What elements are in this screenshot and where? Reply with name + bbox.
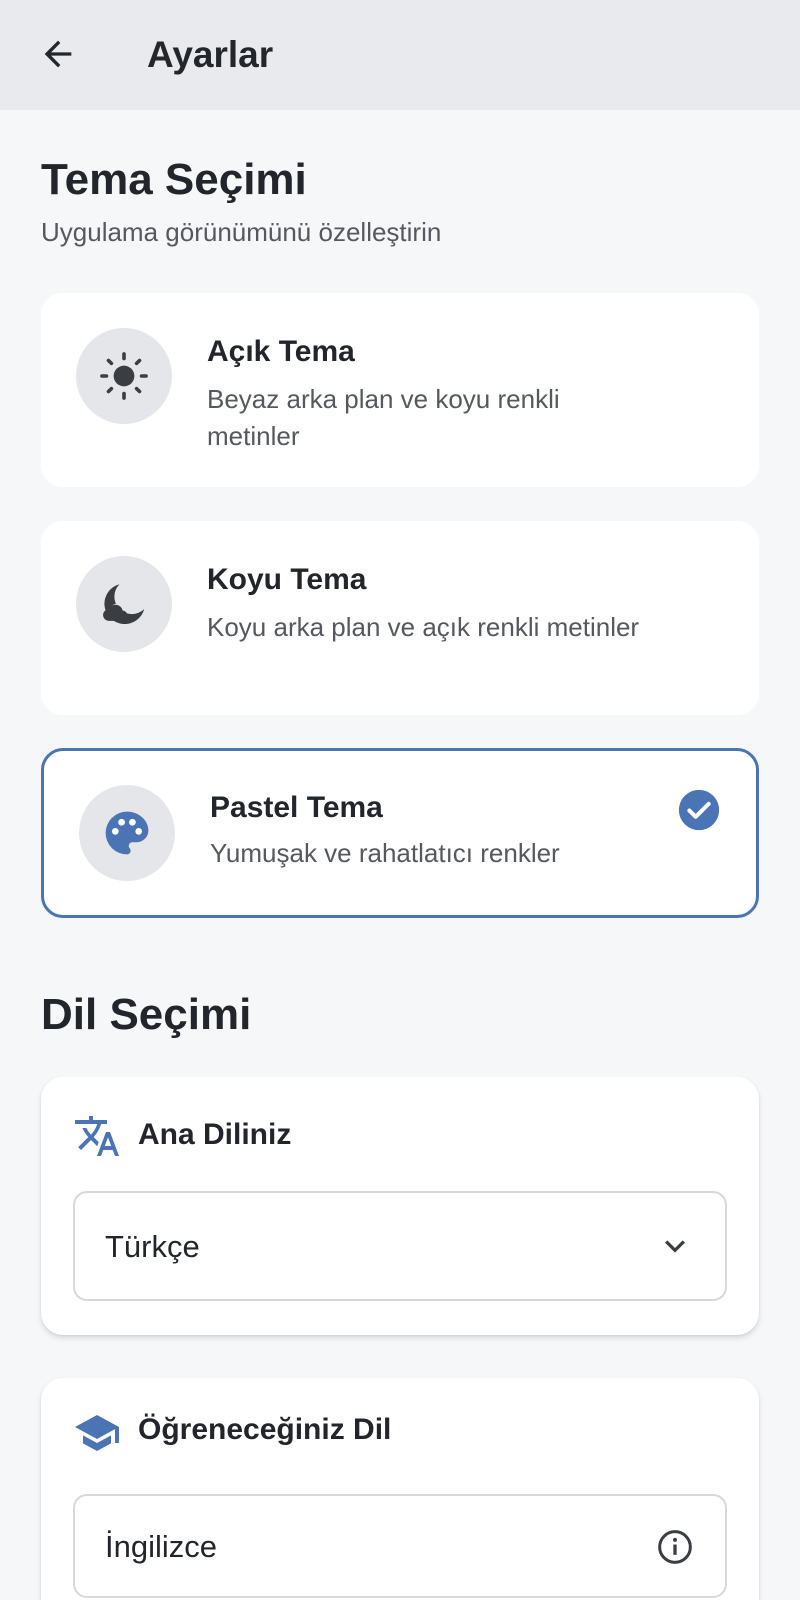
translate-icon <box>75 1116 119 1156</box>
theme-section-subtitle: Uygulama görünümünü özelleştirin <box>41 217 442 247</box>
theme-option-dark[interactable]: Koyu Tema Koyu arka plan ve açık renkli … <box>41 521 759 715</box>
theme-option-name: Koyu Tema <box>207 563 367 596</box>
moon-icon <box>103 584 145 625</box>
palette-icon <box>105 811 149 855</box>
native-language-card: Ana Diliniz Türkçe <box>41 1077 759 1335</box>
native-language-label: Ana Diliniz <box>138 1118 292 1151</box>
arrow-left-icon <box>44 40 72 68</box>
theme-section-title: Tema Seçimi <box>41 155 307 204</box>
theme-option-description: Koyu arka plan ve açık renkli metinler <box>207 612 640 642</box>
target-language-card: Öğreneceğiniz Dil İngilizce <box>41 1378 759 1600</box>
theme-option-light[interactable]: Açık Tema Beyaz arka plan ve koyu renkli… <box>41 293 759 487</box>
theme-option-pastel[interactable]: Pastel Tema Yumuşak ve rahatlatıcı renkl… <box>41 748 759 918</box>
theme-option-name: Açık Tema <box>207 335 355 368</box>
page-title: Ayarlar <box>147 34 274 75</box>
graduation-cap-icon <box>75 1415 119 1451</box>
target-language-value: İngilizce <box>105 1529 217 1564</box>
target-language-label: Öğreneceğiniz Dil <box>138 1413 392 1446</box>
sun-icon <box>100 352 148 400</box>
theme-icon-container <box>76 556 172 652</box>
target-language-field[interactable]: İngilizce <box>73 1494 727 1598</box>
theme-option-description: Yumuşak ve rahatlatıcı renkler <box>210 838 560 868</box>
language-section-title: Dil Seçimi <box>41 990 252 1039</box>
check-circle-icon <box>678 789 720 831</box>
theme-option-name: Pastel Tema <box>210 791 383 824</box>
theme-icon-container <box>76 328 172 424</box>
native-language-value: Türkçe <box>105 1229 200 1264</box>
native-language-select[interactable]: Türkçe <box>73 1191 727 1301</box>
theme-option-description: Beyaz arka plan ve koyu renkli metinler <box>207 384 560 451</box>
chevron-down-icon <box>665 1240 685 1253</box>
info-icon[interactable] <box>655 1527 695 1567</box>
app-bar: Ayarlar <box>0 0 800 110</box>
back-button[interactable] <box>30 26 86 82</box>
theme-icon-container <box>79 785 175 881</box>
